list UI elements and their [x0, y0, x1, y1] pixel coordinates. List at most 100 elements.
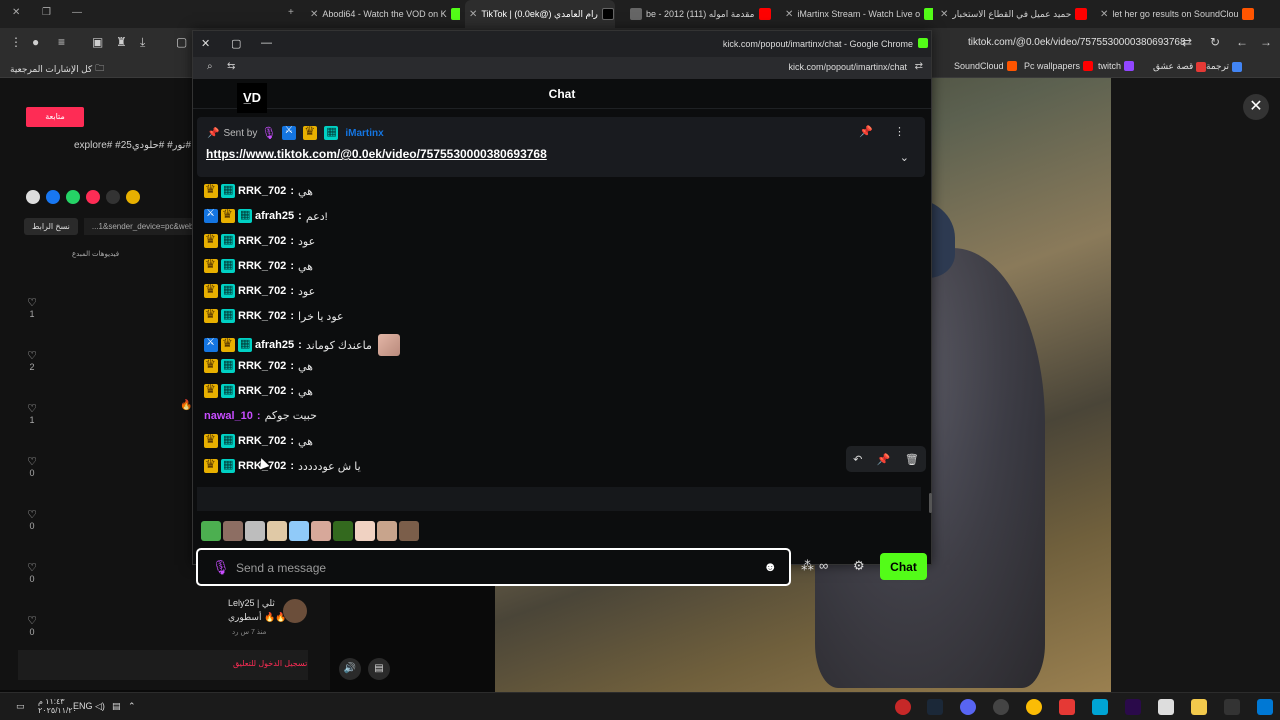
creator-videos-tab[interactable]: فيديوهات المبدع — [72, 250, 119, 258]
login-to-comment[interactable]: تسجيل الدخول للتعليق — [18, 650, 308, 680]
chevron-down-icon[interactable]: ⌄ — [900, 151, 909, 164]
chat-message[interactable]: RRK_702:يا ش عوددددد — [204, 457, 361, 473]
chat-message[interactable]: nawal_10: حبيت جوكم — [204, 409, 317, 423]
chat-scrollbar[interactable] — [929, 493, 932, 513]
tab-youtube[interactable]: be - 2012 (111) مقدمة اموله — [626, 0, 776, 28]
emote-icon[interactable] — [201, 521, 221, 541]
translate-icon[interactable]: ⇆ — [227, 61, 235, 72]
captions-icon[interactable]: ▤ — [368, 658, 390, 680]
bookmark-soundcloud[interactable]: SoundCloud — [954, 61, 1017, 71]
facebook-icon[interactable] — [46, 190, 60, 204]
chat-username[interactable]: RRK_702 — [238, 235, 286, 247]
emoji-picker-icon[interactable]: ☻ — [763, 559, 777, 574]
store-icon[interactable] — [1158, 699, 1174, 715]
chat-message[interactable]: afrah25:دعم! — [204, 207, 328, 223]
like-item[interactable]: ♡ 0 — [25, 561, 39, 614]
like-item[interactable]: ♡ 0 — [25, 455, 39, 508]
delete-icon[interactable]: 🗑 — [905, 453, 919, 466]
follow-button[interactable]: متابعة — [26, 107, 84, 127]
chat-username[interactable]: RRK_702 — [238, 310, 286, 322]
after-effects-icon[interactable] — [1125, 699, 1141, 715]
chat-message[interactable]: afrah25:ماعندك كوماند — [204, 334, 400, 356]
emote-icon[interactable] — [311, 521, 331, 541]
pinned-link[interactable]: https://www.tiktok.com/@0.0ek/video/7575… — [206, 147, 547, 161]
emote-icon[interactable] — [333, 521, 353, 541]
window-maximize-icon[interactable]: ❐ — [42, 7, 51, 18]
v-app-icon[interactable] — [1092, 699, 1108, 715]
send-chat-button[interactable]: Chat — [880, 553, 927, 580]
tab-imartinx[interactable]: ✕ iMartinx Stream - Watch Live o — [785, 0, 933, 28]
volume-icon[interactable]: 🔊 — [339, 658, 361, 680]
discord-icon[interactable] — [960, 699, 976, 715]
new-tab-icon[interactable]: + — [288, 7, 294, 18]
steam-icon[interactable] — [927, 699, 943, 715]
emote-icon[interactable] — [223, 521, 243, 541]
tab-youtube-2[interactable]: ✕ حميد عميل في القطاع الاستخبار — [940, 0, 1095, 28]
site-settings-icon[interactable]: ⇄ — [915, 61, 923, 72]
emote-icon[interactable] — [355, 521, 375, 541]
minimize-icon[interactable]: — — [261, 37, 272, 49]
menu-dots-icon[interactable]: ⋮ — [10, 35, 22, 49]
app-h-icon[interactable] — [1059, 699, 1075, 715]
reply-icon[interactable]: ↶ — [853, 453, 862, 466]
emote-icon[interactable] — [377, 521, 397, 541]
extensions-icon[interactable]: ♜ — [116, 35, 127, 49]
chat-message[interactable]: RRK_702:عود — [204, 282, 315, 298]
more-options-icon[interactable]: ⋮ — [894, 125, 905, 138]
chat-message[interactable]: RRK_702:هي — [204, 257, 313, 273]
app-m-icon[interactable] — [1224, 699, 1240, 715]
tab-close-icon[interactable]: ✕ — [1100, 9, 1108, 20]
microphone-icon[interactable]: 🎙 — [212, 559, 230, 576]
popout-url[interactable]: kick.com/popout/imartinx/chat — [788, 62, 907, 72]
notification-icon[interactable]: ▭ — [16, 701, 25, 712]
site-settings-icon[interactable]: ⇄ — [1182, 35, 1192, 49]
app-icon[interactable] — [895, 699, 911, 715]
tab-search-icon[interactable]: ≡ — [58, 35, 65, 49]
tray-chevron-icon[interactable]: ⌃ — [128, 701, 136, 712]
channel-points-count[interactable]: ∞ — [819, 558, 828, 573]
chat-message[interactable]: RRK_702:هي — [204, 182, 313, 198]
chat-username[interactable]: RRK_702 — [238, 185, 286, 197]
chat-message[interactable]: RRK_702:هي — [204, 382, 313, 398]
maximize-icon[interactable]: ▢ — [231, 37, 241, 50]
tab-close-icon[interactable]: ✕ — [940, 9, 948, 20]
chat-message-input[interactable] — [236, 559, 756, 577]
avatar[interactable] — [283, 599, 307, 623]
back-icon[interactable]: → — [1260, 35, 1272, 49]
chat-message[interactable]: RRK_702:هي — [204, 432, 313, 448]
zoom-icon[interactable]: ⌕ — [207, 61, 213, 72]
emoji-icon[interactable] — [126, 190, 140, 204]
chat-username[interactable]: RRK_702 — [238, 385, 286, 397]
windows-start-icon[interactable] — [1257, 699, 1273, 715]
chat-username[interactable]: afrah25 — [255, 210, 294, 222]
window-close-icon[interactable]: ✕ — [12, 7, 20, 18]
whatsapp-icon[interactable] — [66, 190, 80, 204]
bookmark-story[interactable]: قصة عشق — [1153, 61, 1207, 72]
chat-username[interactable]: RRK_702 — [238, 260, 286, 272]
close-icon[interactable]: ✕ — [201, 37, 210, 50]
game-icon[interactable] — [993, 699, 1009, 715]
forward-icon[interactable]: ← — [1236, 35, 1248, 49]
window-minimize-icon[interactable]: — — [72, 7, 82, 18]
clock[interactable]: ١١:٤٣ م ٢٠٢٥/١١/٢٠ — [38, 697, 77, 715]
bookmark-translate[interactable]: ترجمة — [1206, 61, 1243, 72]
profile-icon[interactable]: ● — [32, 35, 39, 49]
send-icon[interactable] — [86, 190, 100, 204]
bookmark-twitch[interactable]: twitch — [1098, 61, 1135, 71]
copy-link-button[interactable]: نسخ الرابط — [24, 218, 78, 235]
gear-icon[interactable]: ⚙ — [853, 558, 865, 574]
channel-points-icon[interactable]: ⁂ — [801, 558, 814, 574]
emote-icon[interactable] — [399, 521, 419, 541]
tab-close-icon[interactable]: ✕ — [785, 9, 793, 20]
network-icon[interactable]: ▤ — [112, 701, 121, 712]
chat-username[interactable]: nawal_10 — [204, 410, 253, 422]
tab-close-icon[interactable]: ✕ — [469, 9, 477, 20]
bookmark-wallpapers[interactable]: Pc wallpapers — [1024, 61, 1094, 71]
embed-icon[interactable] — [106, 190, 120, 204]
emote-icon[interactable] — [245, 521, 265, 541]
pinned-username[interactable]: iMartinx — [345, 128, 383, 139]
chat-username[interactable]: RRK_702 — [238, 360, 286, 372]
download-icon[interactable]: ⤓ — [140, 35, 145, 50]
chat-username[interactable]: RRK_702 — [238, 285, 286, 297]
tab-soundcloud[interactable]: ✕ let her go results on SoundClou — [1100, 0, 1255, 28]
